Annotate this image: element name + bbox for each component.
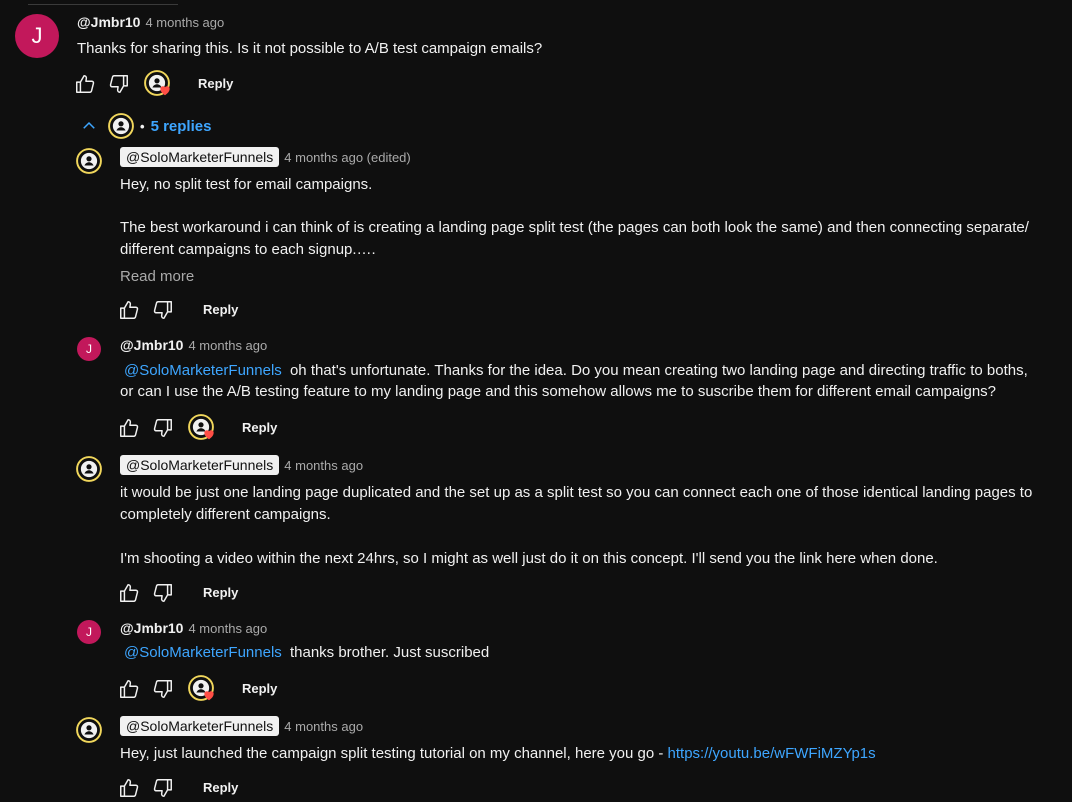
creator-author-badge[interactable]: @SoloMarketerFunnels xyxy=(120,455,280,475)
creator-author-badge[interactable]: @SoloMarketerFunnels xyxy=(120,147,280,167)
thumbs-down-icon[interactable] xyxy=(152,777,174,799)
reply-text: oh that's unfortunate. Thanks for the id… xyxy=(289,362,1028,379)
reply-author[interactable]: @Jmbr10 xyxy=(120,620,183,636)
reply-header: @SoloMarketerFunnels 4 months ago xyxy=(120,455,363,475)
video-link[interactable]: https://youtu.be/wFWFiMZYp1s xyxy=(668,745,876,762)
thumbs-up-icon[interactable] xyxy=(118,582,140,604)
reply-time[interactable]: 4 months ago xyxy=(284,719,363,734)
replies-dot: • xyxy=(140,118,145,134)
mention-link[interactable]: @SoloMarketerFunnels xyxy=(124,644,282,661)
reply-time[interactable]: 4 months ago xyxy=(188,621,267,636)
creator-avatar[interactable] xyxy=(76,717,102,743)
replies-toggle[interactable]: • 5 replies xyxy=(80,113,211,139)
avatar[interactable]: J xyxy=(77,337,101,361)
creator-avatar-icon xyxy=(108,113,134,139)
creator-author-badge[interactable]: @SoloMarketerFunnels xyxy=(120,716,280,736)
reply-text-line: different campaigns to each signup.…. xyxy=(120,241,376,258)
thumbs-up-icon[interactable] xyxy=(118,777,140,799)
reply-header: @SoloMarketerFunnels 4 months ago xyxy=(120,716,363,736)
comment-header: @Jmbr10 4 months ago xyxy=(77,14,224,30)
thumbs-down-icon[interactable] xyxy=(152,678,174,700)
reply-text-line: completely different campaigns. xyxy=(120,506,331,523)
reply-button[interactable]: Reply xyxy=(242,420,277,435)
reply-text-line: or can I use the A/B testing feature to … xyxy=(120,383,997,400)
thumbs-down-icon[interactable] xyxy=(108,73,130,95)
thumbs-down-icon[interactable] xyxy=(152,417,174,439)
reply-text: Hey, just launched the campaign split te… xyxy=(120,745,668,762)
reply-header: @SoloMarketerFunnels 4 months ago (edite… xyxy=(120,147,411,167)
thumbs-up-icon[interactable] xyxy=(118,299,140,321)
reply-text: thanks brother. Just suscribed xyxy=(289,644,490,661)
reply-author[interactable]: @Jmbr10 xyxy=(120,337,183,353)
reply-button[interactable]: Reply xyxy=(242,681,277,696)
creator-heart-icon xyxy=(188,414,216,442)
reply-text-line: The best workaround i can think of is cr… xyxy=(120,219,1029,236)
reply-text-line: it would be just one landing page duplic… xyxy=(120,484,1033,501)
creator-heart-icon xyxy=(188,675,216,703)
comment-text: Thanks for sharing this. Is it not possi… xyxy=(77,40,543,57)
chevron-up-icon xyxy=(83,121,95,129)
reply-header: @Jmbr10 4 months ago xyxy=(120,620,267,636)
avatar[interactable]: J xyxy=(77,620,101,644)
reply-text-line: Hey, just launched the campaign split te… xyxy=(120,743,876,765)
comment-time[interactable]: 4 months ago xyxy=(145,15,224,30)
creator-avatar[interactable] xyxy=(76,456,102,482)
reply-text-line: Hey, no split test for email campaigns. xyxy=(120,176,373,193)
reply-time[interactable]: 4 months ago xyxy=(188,338,267,353)
avatar[interactable]: J xyxy=(15,14,59,58)
reply-text-line: @SoloMarketerFunnels oh that's unfortuna… xyxy=(120,360,1028,382)
reply-button[interactable]: Reply xyxy=(203,302,238,317)
reply-time[interactable]: 4 months ago (edited) xyxy=(284,150,410,165)
top-divider xyxy=(28,4,178,5)
comment-author[interactable]: @Jmbr10 xyxy=(77,14,140,30)
reply-button[interactable]: Reply xyxy=(198,76,233,91)
reply-time[interactable]: 4 months ago xyxy=(284,458,363,473)
thumbs-down-icon[interactable] xyxy=(152,582,174,604)
creator-heart-icon xyxy=(144,70,172,98)
creator-avatar[interactable] xyxy=(76,148,102,174)
reply-text-line: I'm shooting a video within the next 24h… xyxy=(120,550,938,567)
replies-count: 5 replies xyxy=(150,117,212,135)
mention-link[interactable]: @SoloMarketerFunnels xyxy=(124,362,282,379)
thumbs-up-icon[interactable] xyxy=(74,73,96,95)
read-more-link[interactable]: Read more xyxy=(120,268,194,285)
reply-button[interactable]: Reply xyxy=(203,780,238,795)
thumbs-up-icon[interactable] xyxy=(118,678,140,700)
thumbs-down-icon[interactable] xyxy=(152,299,174,321)
reply-header: @Jmbr10 4 months ago xyxy=(120,337,267,353)
reply-button[interactable]: Reply xyxy=(203,585,238,600)
thumbs-up-icon[interactable] xyxy=(118,417,140,439)
reply-text-line: @SoloMarketerFunnels thanks brother. Jus… xyxy=(120,642,489,664)
